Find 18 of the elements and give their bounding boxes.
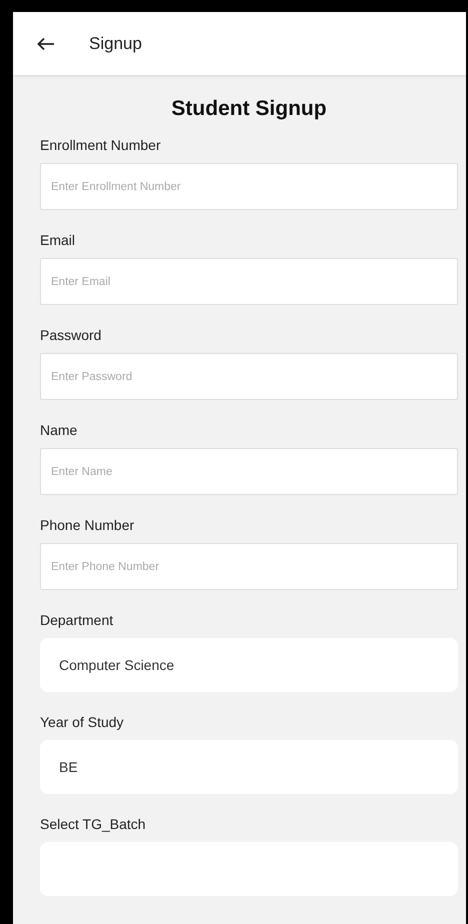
input-field[interactable]: Enter Password bbox=[40, 353, 458, 400]
input-field[interactable]: Enter Phone Number bbox=[40, 543, 458, 590]
input-field[interactable]: Enter Email bbox=[40, 258, 458, 305]
input-field[interactable]: Enter Enrollment Number bbox=[40, 163, 458, 210]
field-label: Phone Number bbox=[40, 517, 136, 533]
field-label: Year of Study bbox=[40, 714, 125, 730]
field-label: Email bbox=[40, 232, 76, 248]
input-field[interactable]: Enter Name bbox=[40, 448, 458, 495]
screen-title: Signup bbox=[89, 34, 142, 54]
field-label: Select TG_Batch bbox=[40, 816, 147, 832]
dropdown-field[interactable]: BE bbox=[40, 740, 458, 794]
field-label: Department bbox=[40, 612, 114, 628]
form-title: Student Signup bbox=[170, 97, 328, 121]
field-label: Name bbox=[40, 422, 78, 438]
dropdown-field[interactable]: Computer Science bbox=[40, 638, 458, 692]
back-arrow-icon bbox=[37, 36, 55, 50]
field-label: Enrollment Number bbox=[40, 137, 162, 153]
field-label: Password bbox=[40, 327, 102, 343]
